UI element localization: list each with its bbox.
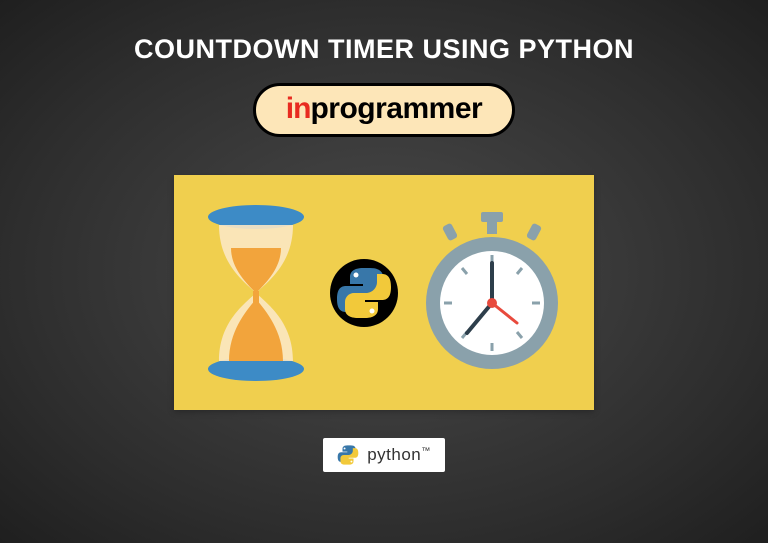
python-logo-icon [329,258,399,328]
stopwatch-icon [417,208,567,378]
brand-prefix: in [286,92,311,126]
illustration-card [174,175,594,410]
hourglass-icon [201,203,311,383]
python-small-icon [337,444,359,466]
branding-pill: in programmer [253,83,515,137]
footer-label: python™ [367,445,431,465]
page-title: COUNTDOWN TIMER USING PYTHON [134,34,634,65]
footer-badge: python™ [323,438,445,472]
brand-suffix: programmer [310,92,482,126]
